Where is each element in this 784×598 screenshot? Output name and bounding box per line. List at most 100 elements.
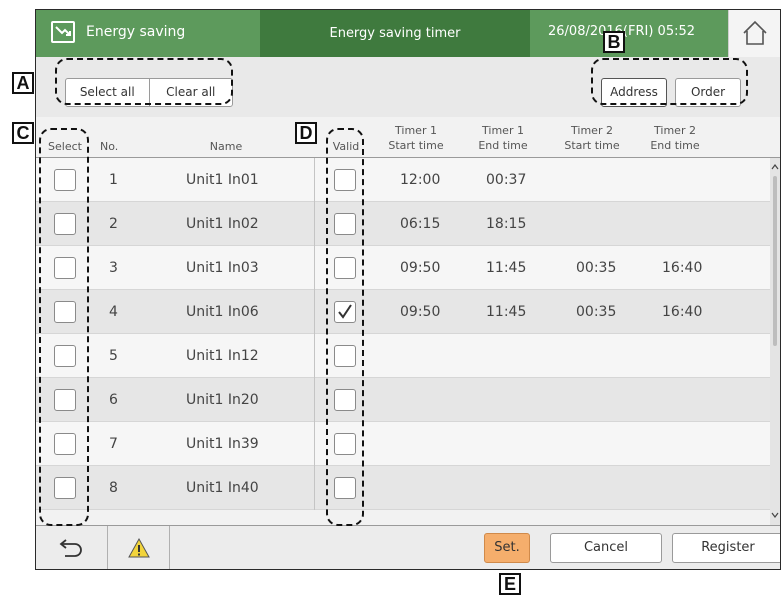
unit-name: Unit1 In06 bbox=[186, 304, 259, 320]
unit-name: Unit1 In39 bbox=[186, 436, 259, 452]
timer1-start-time: 09:50 bbox=[400, 304, 441, 320]
register-button[interactable]: Register bbox=[672, 533, 780, 563]
col-t2-end-line1: Timer 2 bbox=[654, 124, 696, 137]
select-all-button[interactable]: Select all bbox=[66, 79, 150, 106]
row-number: 5 bbox=[109, 348, 118, 364]
column-divider bbox=[314, 246, 315, 290]
row-number: 1 bbox=[109, 172, 118, 188]
sort-address-button[interactable]: Address bbox=[601, 78, 667, 107]
table-row[interactable]: 1 Unit1 In01 12:00 00:37 bbox=[36, 158, 770, 202]
scroll-up-icon bbox=[771, 164, 779, 170]
col-t1-end-line2: End time bbox=[478, 139, 528, 152]
select-checkbox[interactable] bbox=[54, 257, 76, 279]
table-row[interactable]: 4 Unit1 In06 09:50 11:45 00:35 16:40 bbox=[36, 290, 770, 334]
column-divider bbox=[314, 158, 315, 202]
col-t2-start-line2: Start time bbox=[564, 139, 620, 152]
timer1-start-time: 09:50 bbox=[400, 260, 441, 276]
cancel-button[interactable]: Cancel bbox=[550, 533, 662, 563]
timer1-end-time: 11:45 bbox=[486, 260, 527, 276]
footer-bar: Set. Cancel Register bbox=[36, 525, 780, 569]
col-t2-end-line2: End time bbox=[650, 139, 700, 152]
timer2-start-time: 00:35 bbox=[576, 304, 617, 320]
table-header: Select No. Name Valid Timer 1 Start time… bbox=[36, 117, 780, 158]
valid-checkbox[interactable] bbox=[334, 213, 356, 235]
row-number: 3 bbox=[109, 260, 118, 276]
table-row[interactable]: 7 Unit1 In39 bbox=[36, 422, 770, 466]
unit-name: Unit1 In12 bbox=[186, 348, 259, 364]
header-bar: Energy saving Energy saving timer 26/08/… bbox=[36, 10, 780, 57]
row-number: 4 bbox=[109, 304, 118, 320]
unit-name: Unit1 In01 bbox=[186, 172, 259, 188]
column-divider bbox=[314, 290, 315, 334]
select-checkbox[interactable] bbox=[54, 213, 76, 235]
sort-order-button[interactable]: Order bbox=[675, 78, 741, 107]
row-number: 6 bbox=[109, 392, 118, 408]
column-divider bbox=[314, 202, 315, 246]
scroll-down-icon bbox=[771, 512, 779, 518]
valid-checkbox[interactable] bbox=[334, 345, 356, 367]
col-t2-start-line1: Timer 2 bbox=[571, 124, 613, 137]
col-name: Name bbox=[209, 140, 243, 153]
back-button[interactable] bbox=[36, 526, 108, 569]
scrollbar-thumb[interactable] bbox=[773, 176, 777, 346]
table-row[interactable]: 3 Unit1 In03 09:50 11:45 00:35 16:40 bbox=[36, 246, 770, 290]
row-number: 7 bbox=[109, 436, 118, 452]
timer2-start-time: 00:35 bbox=[576, 260, 617, 276]
timer2-end-time: 16:40 bbox=[662, 304, 703, 320]
set-button[interactable]: Set. bbox=[484, 533, 530, 563]
col-t1-start-line1: Timer 1 bbox=[395, 124, 437, 137]
timer1-start-time: 06:15 bbox=[400, 216, 441, 232]
unit-name: Unit1 In03 bbox=[186, 260, 259, 276]
valid-checkbox[interactable] bbox=[334, 389, 356, 411]
timer1-end-time: 18:15 bbox=[486, 216, 527, 232]
table-row[interactable]: 5 Unit1 In12 bbox=[36, 334, 770, 378]
column-divider bbox=[314, 378, 315, 422]
app-title: Energy saving bbox=[86, 24, 186, 40]
timer1-end-time: 11:45 bbox=[486, 304, 527, 320]
callout-b: B bbox=[603, 31, 625, 53]
callout-d: D bbox=[295, 122, 317, 144]
table-row[interactable]: 2 Unit1 In02 06:15 18:15 bbox=[36, 202, 770, 246]
unit-name: Unit1 In20 bbox=[186, 392, 259, 408]
home-button[interactable] bbox=[728, 10, 780, 57]
table-row[interactable]: 6 Unit1 In20 bbox=[36, 378, 770, 422]
warning-icon bbox=[128, 537, 150, 558]
col-t1-end-line1: Timer 1 bbox=[482, 124, 524, 137]
callout-e: E bbox=[499, 573, 521, 595]
col-no: No. bbox=[100, 140, 119, 153]
check-icon bbox=[338, 304, 352, 319]
col-t1-start-line2: Start time bbox=[388, 139, 444, 152]
scrollbar[interactable] bbox=[770, 158, 780, 525]
select-checkbox[interactable] bbox=[54, 477, 76, 499]
callout-c: C bbox=[12, 122, 34, 144]
select-checkbox[interactable] bbox=[54, 389, 76, 411]
callout-a: A bbox=[12, 72, 34, 94]
column-divider bbox=[314, 334, 315, 378]
home-icon bbox=[743, 20, 767, 45]
row-number: 8 bbox=[109, 480, 118, 496]
warning-button[interactable] bbox=[108, 526, 170, 569]
valid-checkbox[interactable] bbox=[334, 433, 356, 455]
table-row[interactable]: 8 Unit1 In40 bbox=[36, 466, 770, 510]
screen-title: Energy saving timer bbox=[260, 10, 530, 57]
column-divider bbox=[314, 422, 315, 466]
back-icon bbox=[59, 539, 82, 557]
energy-saving-icon bbox=[51, 21, 75, 43]
select-checkbox[interactable] bbox=[54, 345, 76, 367]
row-number: 2 bbox=[109, 216, 118, 232]
valid-checkbox[interactable] bbox=[334, 301, 356, 323]
valid-checkbox[interactable] bbox=[334, 257, 356, 279]
energy-saving-timer-screen: Energy saving Energy saving timer 26/08/… bbox=[35, 9, 781, 570]
timer1-end-time: 00:37 bbox=[486, 172, 527, 188]
clear-all-button[interactable]: Clear all bbox=[150, 79, 233, 106]
col-valid: Valid bbox=[332, 140, 360, 153]
valid-checkbox[interactable] bbox=[334, 477, 356, 499]
select-checkbox[interactable] bbox=[54, 433, 76, 455]
select-checkbox[interactable] bbox=[54, 301, 76, 323]
selection-group: Select all Clear all bbox=[65, 78, 233, 107]
timer1-start-time: 12:00 bbox=[400, 172, 441, 188]
select-checkbox[interactable] bbox=[54, 169, 76, 191]
unit-name: Unit1 In40 bbox=[186, 480, 259, 496]
valid-checkbox[interactable] bbox=[334, 169, 356, 191]
timer2-end-time: 16:40 bbox=[662, 260, 703, 276]
